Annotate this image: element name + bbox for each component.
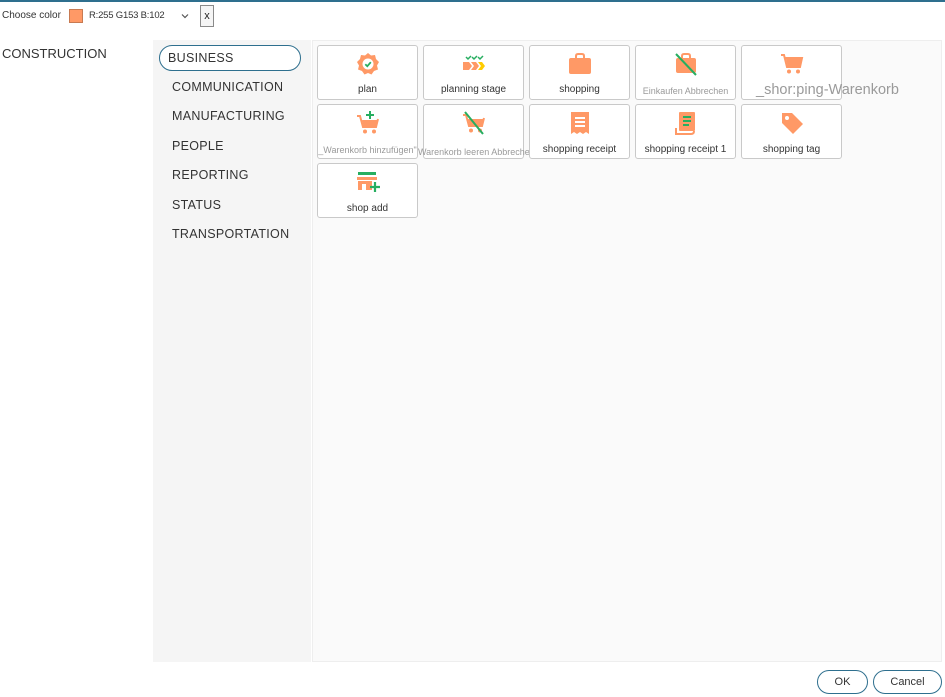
icon-label: shopping receipt: [542, 144, 617, 155]
planning-stage-icon: [463, 55, 485, 70]
icon-label: planning stage: [440, 84, 507, 95]
shopping-cancel-icon: [675, 53, 697, 76]
icon-label: _Warenkorb hinzufügen": [318, 145, 417, 155]
subcategory-communication[interactable]: COMMUNICATION: [172, 78, 283, 96]
plan-badge-icon: [357, 53, 379, 75]
chevron-down-icon[interactable]: [180, 11, 190, 21]
icon-grid: plan planning stage shopping Einkaufen A…: [312, 40, 942, 662]
color-toolbar: Choose color R:255 G153 B:102 x: [0, 2, 945, 28]
close-button[interactable]: x: [200, 5, 214, 27]
icon-tile-shopping-receipt-1[interactable]: shopping receipt 1: [635, 104, 736, 159]
ok-button[interactable]: OK: [817, 670, 868, 694]
icon-tile-warenkorb-hinzufuegen[interactable]: _Warenkorb hinzufügen": [317, 104, 418, 159]
subcategory-business[interactable]: BUSINESS: [159, 45, 301, 71]
tag-icon: [782, 113, 803, 134]
subcategory-status[interactable]: STATUS: [172, 196, 221, 214]
icon-tile-plan[interactable]: plan: [317, 45, 418, 100]
icon-label: shopping: [559, 84, 600, 95]
cart-remove-icon: [463, 111, 485, 135]
icon-tile-shopping[interactable]: shopping: [529, 45, 630, 100]
receipt-alt-icon: [675, 112, 695, 135]
shopping-bag-icon: [569, 53, 591, 74]
icon-tile-einkaufen-abbrechen[interactable]: Einkaufen Abbrechen: [635, 45, 736, 100]
cart-add-icon: [357, 111, 379, 134]
subcategory-reporting[interactable]: REPORTING: [172, 166, 249, 184]
subcategory-manufacturing[interactable]: MANUFACTURING: [172, 107, 285, 125]
icon-tile-warenkorb-leeren[interactable]: Warenkorb leeren Abbrechen: [418, 104, 535, 159]
subcategory-panel: BUSINESS COMMUNICATION MANUFACTURING PEO…: [153, 40, 311, 662]
icon-label: shop add: [346, 203, 389, 214]
icon-label: plan: [358, 84, 377, 95]
cancel-button[interactable]: Cancel: [873, 670, 942, 694]
icon-label: shopping receipt 1: [644, 144, 727, 155]
icon-label: Warenkorb leeren Abbrechen: [418, 147, 535, 157]
icon-label: shopping tag: [762, 144, 821, 155]
icon-tile-shopping-receipt[interactable]: shopping receipt: [529, 104, 630, 159]
icon-tile-shopping-tag[interactable]: shopping tag: [741, 104, 842, 159]
icon-tile-shopping-warenkorb[interactable]: _shor:ping-Warenkorb: [741, 45, 899, 100]
rgb-value-label: R:255 G153 B:102: [89, 10, 165, 21]
choose-color-label: Choose color: [2, 10, 61, 21]
subcategory-transportation[interactable]: TRANSPORTATION: [172, 225, 289, 243]
icon-tile-planning-stage[interactable]: planning stage: [423, 45, 524, 100]
category-construction[interactable]: CONSTRUCTION: [2, 46, 107, 61]
shop-add-icon: [357, 172, 380, 192]
color-swatch[interactable]: [69, 9, 83, 23]
receipt-icon: [571, 112, 589, 134]
subcategory-people[interactable]: PEOPLE: [172, 137, 224, 155]
icon-label: _shor:ping-Warenkorb: [756, 82, 899, 98]
icon-tile-shop-add[interactable]: shop add: [317, 163, 418, 218]
icon-label: Einkaufen Abbrechen: [642, 86, 729, 96]
shopping-cart-icon: [781, 54, 804, 74]
